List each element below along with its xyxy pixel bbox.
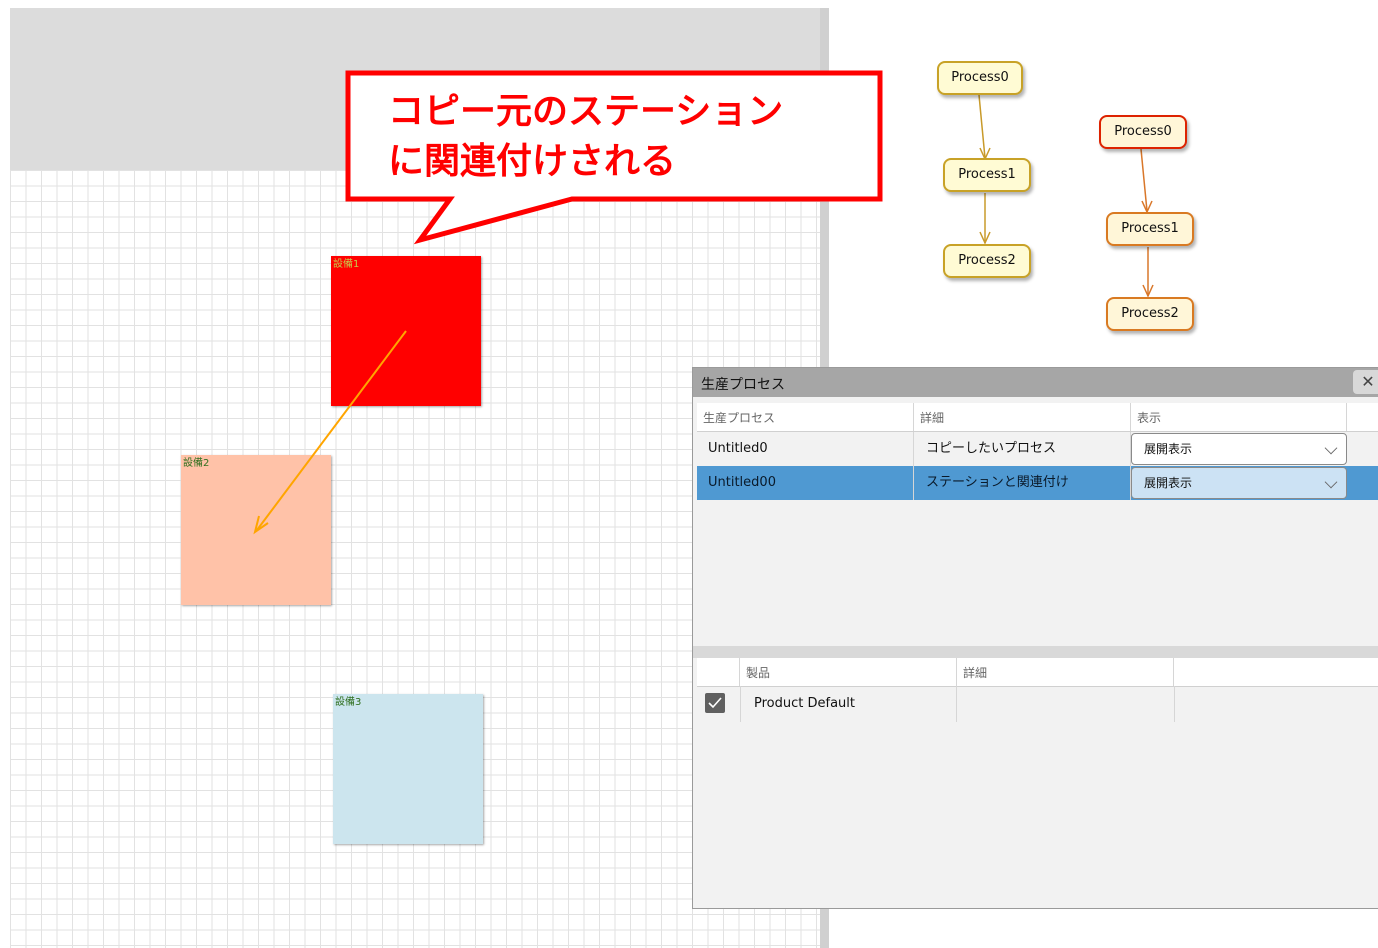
- column-header-display[interactable]: 表示: [1131, 403, 1347, 431]
- table-row-selected[interactable]: Untitled00 ステーションと関連付け 展開表示: [697, 466, 1378, 500]
- production-process-dialog: 生産プロセス ✕ 生産プロセス 詳細 表示 Untitled0 コピーしたいプロ…: [692, 367, 1378, 909]
- table-row[interactable]: Product Default: [697, 686, 1378, 722]
- dialog-titlebar[interactable]: 生産プロセス ✕: [693, 368, 1378, 397]
- product-table-header: 製品 詳細: [697, 658, 1378, 687]
- column-header-process[interactable]: 生産プロセス: [697, 403, 914, 431]
- chevron-down-icon: [1324, 441, 1338, 455]
- table-row[interactable]: Untitled0 コピーしたいプロセス 展開表示: [697, 432, 1378, 466]
- process-name-cell: Untitled00: [697, 466, 914, 500]
- close-icon[interactable]: ✕: [1353, 370, 1378, 394]
- process-node-right-2[interactable]: Process2: [1106, 297, 1194, 331]
- dialog-title: 生産プロセス: [701, 377, 785, 393]
- process-node-left-1[interactable]: Process1: [943, 158, 1031, 192]
- column-header-product-detail[interactable]: 詳細: [957, 658, 1174, 686]
- display-mode-dropdown[interactable]: 展開表示: [1131, 467, 1347, 499]
- column-header-check: [697, 658, 740, 686]
- product-checkbox[interactable]: [705, 693, 725, 713]
- column-header-product[interactable]: 製品: [740, 658, 957, 686]
- process-table-header: 生産プロセス 詳細 表示: [697, 403, 1378, 432]
- process-node-right-1[interactable]: Process1: [1106, 212, 1194, 246]
- product-detail-cell: [957, 686, 1175, 722]
- product-name-cell: Product Default: [740, 686, 957, 722]
- chevron-down-icon: [1324, 475, 1338, 489]
- process-name-cell: Untitled0: [697, 432, 914, 466]
- callout-line-1: コピー元のステーション: [388, 91, 784, 132]
- process-node-right-0[interactable]: Process0: [1099, 115, 1187, 149]
- process-node-left-0[interactable]: Process0: [937, 61, 1023, 95]
- process-detail-cell: ステーションと関連付け: [914, 466, 1131, 500]
- check-icon: [708, 697, 722, 709]
- station-link-arrow: [253, 330, 407, 535]
- callout-line-2: に関連付けされる: [388, 141, 677, 182]
- pane-splitter[interactable]: [693, 646, 1378, 658]
- process-node-left-2[interactable]: Process2: [943, 244, 1031, 278]
- column-header-detail[interactable]: 詳細: [914, 403, 1131, 431]
- dropdown-value: 展開表示: [1144, 476, 1193, 490]
- display-mode-dropdown[interactable]: 展開表示: [1131, 433, 1347, 465]
- process-detail-cell: コピーしたいプロセス: [914, 432, 1131, 466]
- dropdown-value: 展開表示: [1144, 442, 1193, 456]
